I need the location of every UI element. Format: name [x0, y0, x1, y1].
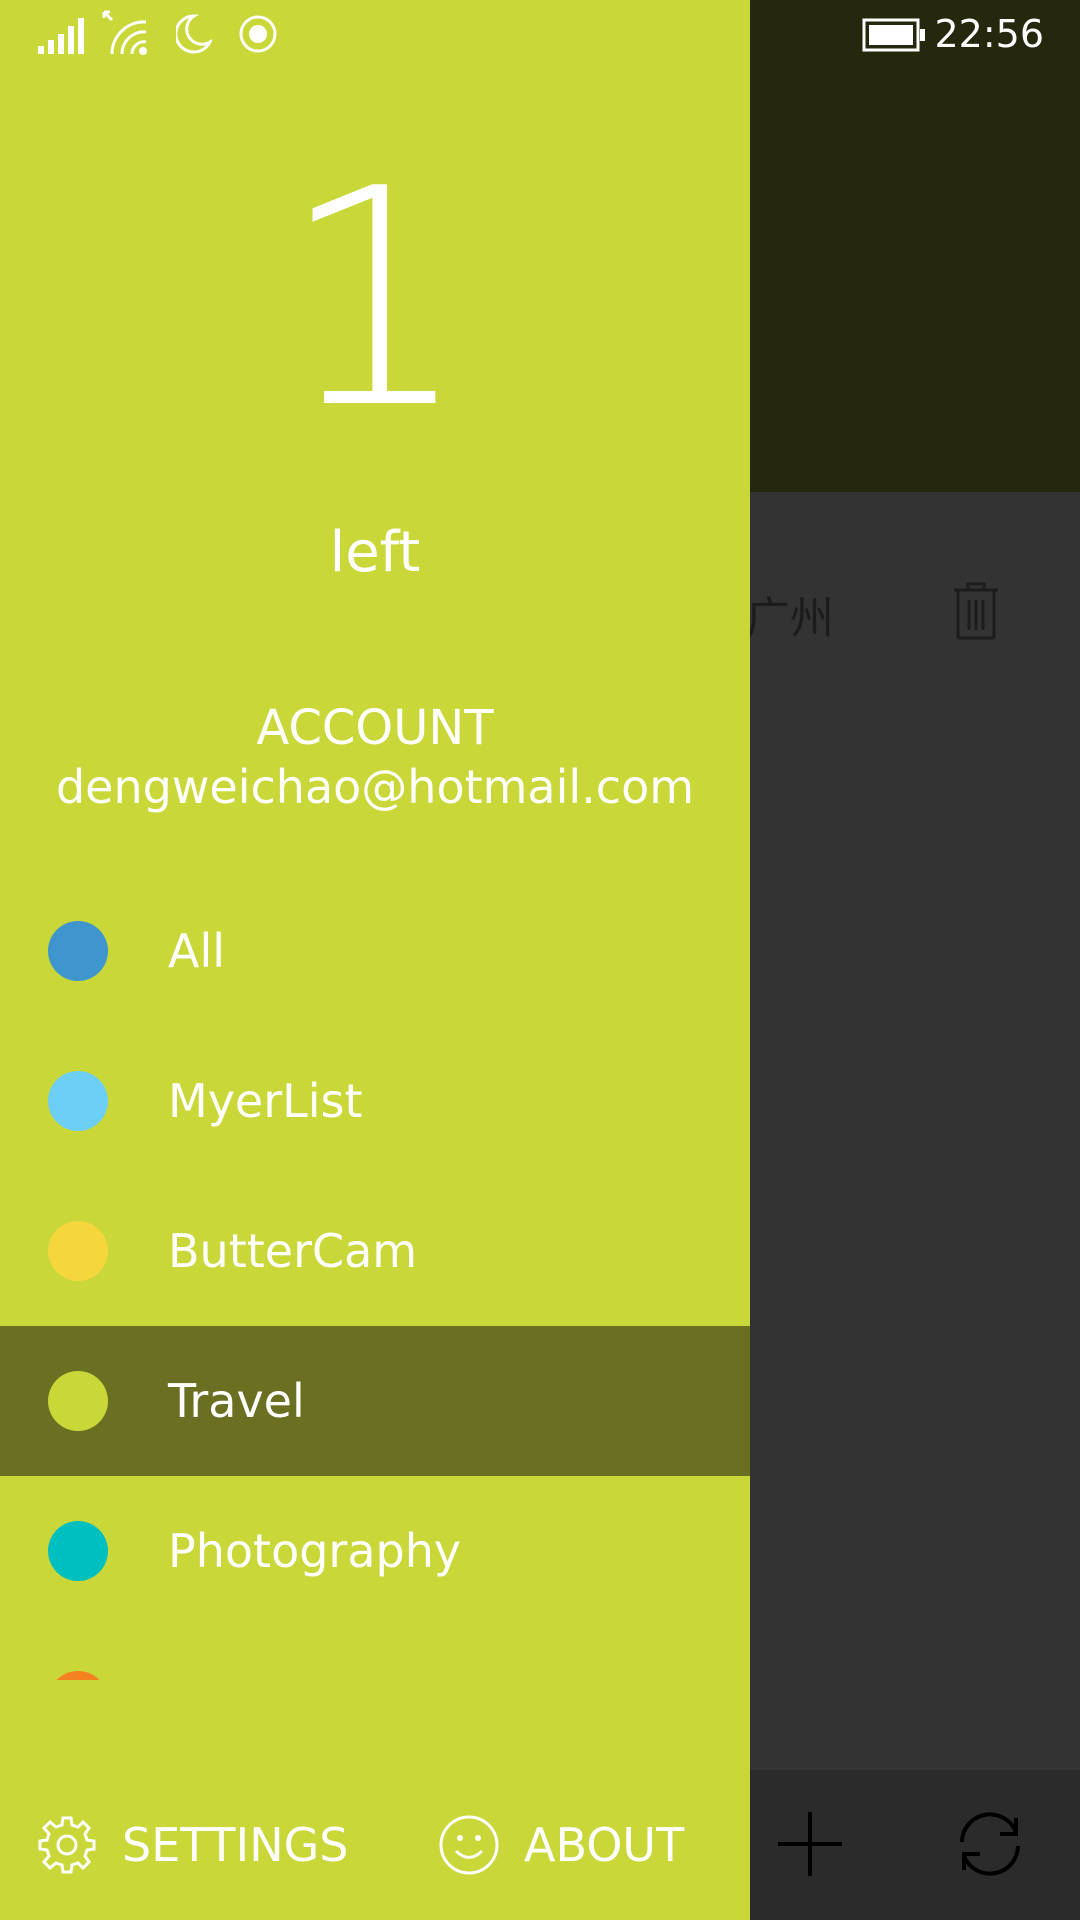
- category-label: Photography: [168, 1524, 462, 1578]
- location-icon: [239, 15, 277, 53]
- gear-icon: [38, 1816, 96, 1874]
- category-item-travel[interactable]: Travel: [0, 1326, 750, 1476]
- todo-list: [750, 492, 1080, 1770]
- signal-icon: [38, 18, 84, 54]
- category-item-all[interactable]: All: [0, 876, 750, 1026]
- account-email[interactable]: dengweichao@hotmail.com: [0, 760, 750, 814]
- add-icon[interactable]: [770, 1804, 850, 1884]
- category-list: All MyerList ButterCam Travel Photograph…: [0, 876, 750, 1680]
- category-color-dot: [48, 1371, 108, 1431]
- category-item-photography[interactable]: Photography: [0, 1476, 750, 1626]
- battery-icon: [862, 18, 925, 52]
- settings-label: SETTINGS: [122, 1818, 349, 1872]
- clock: 22:56: [934, 12, 1044, 56]
- account-heading: ACCOUNT: [256, 700, 494, 756]
- sync-icon[interactable]: [950, 1804, 1030, 1884]
- remaining-label: left: [329, 520, 421, 585]
- quiet-hours-moon-icon: [176, 14, 212, 54]
- remaining-count: 1: [279, 125, 471, 474]
- category-item-buttercam[interactable]: ButterCam: [0, 1176, 750, 1326]
- category-color-dot: [48, 1521, 108, 1581]
- category-color-dot: [48, 1071, 108, 1131]
- category-item-myerlist[interactable]: MyerList: [0, 1026, 750, 1176]
- delete-icon[interactable]: [950, 580, 1002, 642]
- about-label: ABOUT: [524, 1818, 685, 1872]
- app-screen: -广州 1 left ACCOUNT dengweichao@hotmail.c…: [0, 0, 1080, 1920]
- page-header-background: [750, 0, 1080, 492]
- about-button[interactable]: ABOUT: [438, 1770, 684, 1920]
- category-label: ButterCam: [168, 1224, 418, 1278]
- category-label: MyerList: [168, 1074, 363, 1128]
- smiley-icon: [439, 1815, 499, 1875]
- settings-button[interactable]: SETTINGS: [36, 1770, 348, 1920]
- wifi-icon: [102, 10, 147, 55]
- category-color-dot: [48, 1671, 108, 1680]
- category-color-dot: [48, 921, 108, 981]
- category-item-partial[interactable]: [0, 1626, 750, 1680]
- category-label: Travel: [168, 1374, 305, 1428]
- navigation-drawer: 1 left ACCOUNT dengweichao@hotmail.com A…: [0, 0, 750, 1920]
- drawer-footer: SETTINGS ABOUT: [0, 1770, 750, 1920]
- category-color-dot: [48, 1221, 108, 1281]
- category-label: All: [168, 924, 226, 978]
